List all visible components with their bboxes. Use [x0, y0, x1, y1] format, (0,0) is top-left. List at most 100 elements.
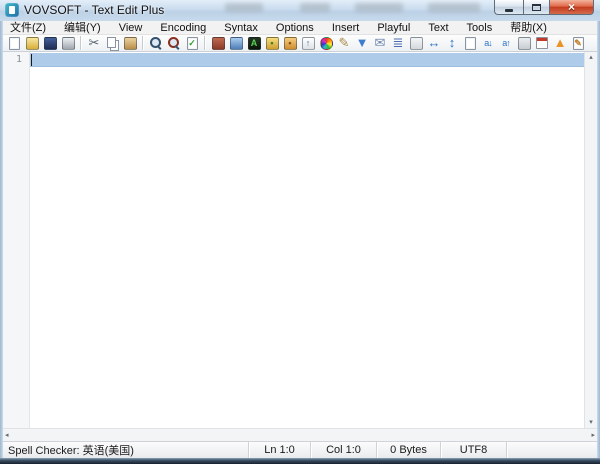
- status-line: Ln 1:0: [249, 442, 311, 458]
- aero-glass-artifact: [355, 3, 403, 12]
- aero-glass-artifact: [300, 3, 330, 12]
- menu-tools[interactable]: Tools: [461, 21, 505, 35]
- search-next-icon[interactable]: [166, 35, 182, 51]
- toolbar-separator: [204, 36, 206, 50]
- search-icon: [148, 35, 164, 51]
- window-panel-icon[interactable]: [516, 35, 532, 51]
- print-icon[interactable]: [60, 35, 76, 51]
- close-icon: ×: [568, 1, 575, 14]
- notes-edit-icon[interactable]: ✎: [570, 35, 586, 51]
- email-icon[interactable]: ✉: [372, 35, 388, 51]
- filter-icon[interactable]: ▼: [354, 35, 370, 51]
- scroll-down-icon[interactable]: ▾: [589, 417, 593, 428]
- window-title: VOVSOFT - Text Edit Plus: [24, 3, 164, 17]
- copy-icon: [107, 37, 116, 48]
- swap-vertical-icon[interactable]: ↕: [444, 35, 460, 51]
- menu-insert[interactable]: Insert: [326, 21, 372, 35]
- vertical-scrollbar[interactable]: ▴ ▾: [584, 52, 597, 428]
- swap-horizontal-icon: ↔: [428, 36, 441, 50]
- status-extra: [507, 442, 597, 458]
- title-bar[interactable]: VOVSOFT - Text Edit Plus ×: [0, 0, 600, 21]
- cut-icon[interactable]: ✂: [86, 35, 102, 51]
- aero-glass-artifact: [225, 3, 263, 12]
- dictionary-book-icon[interactable]: [210, 35, 226, 51]
- menu-view[interactable]: View: [113, 21, 155, 35]
- alert-lamp-icon: ▲: [554, 36, 567, 50]
- list-lines-icon[interactable]: ≣: [390, 35, 406, 51]
- menu-text[interactable]: Text: [422, 21, 460, 35]
- decrypt-lock-icon[interactable]: •: [282, 35, 298, 51]
- horizontal-scrollbar[interactable]: ◂ ▸: [3, 428, 597, 441]
- calendar-icon: [536, 37, 548, 49]
- menu-options[interactable]: Options: [270, 21, 326, 35]
- email-icon: ✉: [375, 36, 386, 50]
- current-line-highlight: [30, 53, 584, 67]
- window-border-bottom: [0, 458, 600, 464]
- menu-file[interactable]: 文件(Z): [4, 21, 58, 35]
- menu-syntax[interactable]: Syntax: [218, 21, 270, 35]
- decrypt-lock-icon: •: [284, 37, 297, 50]
- open-file-icon[interactable]: [24, 35, 40, 51]
- new-file-icon[interactable]: [6, 35, 22, 51]
- status-column: Col 1:0: [311, 442, 377, 458]
- toolbar-separator: [142, 36, 144, 50]
- computer-icon[interactable]: [228, 35, 244, 51]
- line-number: 1: [3, 52, 29, 66]
- open-file-icon: [26, 37, 39, 50]
- cut-icon: ✂: [89, 36, 100, 50]
- search-next-icon: [166, 35, 182, 51]
- filter-icon: ▼: [356, 36, 369, 50]
- paste-icon[interactable]: [122, 35, 138, 51]
- replace-icon[interactable]: ✓: [184, 35, 200, 51]
- computer-icon: [230, 37, 243, 50]
- search-icon[interactable]: [148, 35, 164, 51]
- app-icon[interactable]: [5, 3, 19, 17]
- encrypt-lock-icon[interactable]: •: [264, 35, 280, 51]
- sort-descending-icon: a↑: [502, 36, 510, 50]
- duplicate-lines-icon[interactable]: [408, 35, 424, 51]
- pen-icon[interactable]: ✎: [336, 35, 352, 51]
- save-file-icon: [44, 37, 57, 50]
- menu-playful[interactable]: Playful: [371, 21, 422, 35]
- text-caret: [31, 54, 32, 66]
- encrypt-lock-icon: •: [266, 37, 279, 50]
- copy-icon[interactable]: [104, 35, 120, 51]
- aero-glass-artifact: [428, 3, 480, 12]
- toolbar: ✂✓A••↑✎▼✉≣↔↕a↓a↑▲✎: [3, 35, 597, 52]
- minimize-button[interactable]: [494, 0, 523, 15]
- swap-vertical-icon: ↕: [449, 36, 456, 50]
- menu-bar: 文件(Z)编辑(Y)ViewEncodingSyntaxOptionsInser…: [3, 21, 597, 35]
- maximize-button[interactable]: [523, 0, 550, 15]
- maximize-icon: [532, 4, 541, 11]
- replace-icon: ✓: [187, 37, 198, 50]
- sort-ascending-icon: a↓: [484, 36, 492, 50]
- line-number-gutter: 1: [3, 52, 30, 428]
- app-window: VOVSOFT - Text Edit Plus × 文件(Z)编辑(Y)Vie…: [0, 0, 600, 464]
- upload-box-icon[interactable]: ↑: [300, 35, 316, 51]
- new-file-icon: [9, 37, 20, 50]
- scroll-up-icon[interactable]: ▴: [589, 52, 593, 63]
- dictionary-book-icon: [212, 37, 225, 50]
- swap-horizontal-icon[interactable]: ↔: [426, 35, 442, 51]
- alert-lamp-icon[interactable]: ▲: [552, 35, 568, 51]
- menu-edit[interactable]: 编辑(Y): [58, 21, 113, 35]
- minimize-icon: [505, 9, 513, 12]
- status-bar: Spell Checker: 英语(美国)Ln 1:0Col 1:00 Byte…: [3, 441, 597, 458]
- scroll-left-icon[interactable]: ◂: [5, 430, 9, 441]
- editor-area: 1 ▴ ▾: [3, 52, 597, 428]
- paste-page-icon[interactable]: [462, 35, 478, 51]
- toolbar-separator: [80, 36, 82, 50]
- menu-help[interactable]: 帮助(X): [504, 21, 559, 35]
- save-file-icon[interactable]: [42, 35, 58, 51]
- pen-icon: ✎: [339, 36, 350, 50]
- calendar-icon[interactable]: [534, 35, 550, 51]
- sort-descending-icon[interactable]: a↑: [498, 35, 514, 51]
- code-view-icon[interactable]: A: [246, 35, 262, 51]
- sort-ascending-icon[interactable]: a↓: [480, 35, 496, 51]
- color-picker-icon[interactable]: [318, 35, 334, 51]
- text-content[interactable]: [30, 52, 584, 428]
- paste-icon: [124, 37, 137, 50]
- close-button[interactable]: ×: [550, 0, 594, 15]
- scroll-right-icon[interactable]: ▸: [591, 430, 595, 441]
- menu-encoding[interactable]: Encoding: [154, 21, 218, 35]
